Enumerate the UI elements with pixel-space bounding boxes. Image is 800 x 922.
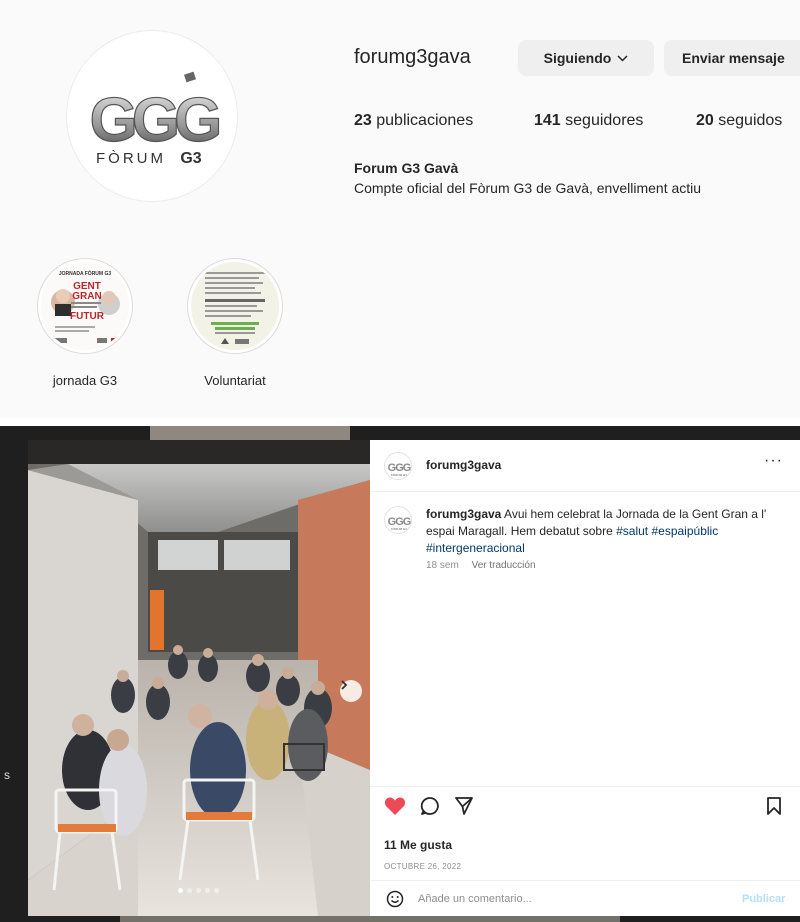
bookmark-icon[interactable]: [766, 796, 782, 816]
highlight-cover: JORNADA FÒRUM G3 GENT GRAN FUTUR: [41, 262, 129, 350]
highlight-cover: [191, 262, 279, 350]
more-icon[interactable]: ···: [764, 452, 783, 470]
like-count[interactable]: 11 Me gusta: [384, 838, 452, 852]
forum-g3-logo-small: GGG FÒRUM G3: [388, 516, 411, 531]
send-message-button[interactable]: Enviar mensaje: [664, 40, 800, 76]
profile-avatar[interactable]: GGG FÒRUM G3: [66, 30, 238, 202]
post-author-avatar[interactable]: GGG FÒRUM G3: [384, 452, 412, 480]
cover-title: JORNADA FÒRUM G3: [59, 269, 112, 277]
hashtag-link[interactable]: #espaipúblic: [651, 524, 718, 538]
logo-wordmark-left: FÒRUM: [96, 150, 166, 167]
carousel-dot: [178, 888, 183, 893]
emoji-icon[interactable]: [386, 890, 404, 908]
comment-input[interactable]: [418, 889, 718, 909]
cover-headline-2: GRAN: [72, 291, 101, 302]
send-message-label: Enviar mensaje: [682, 50, 785, 66]
post-actions: [370, 786, 800, 818]
comment-bar: Publicar: [370, 880, 800, 916]
chevron-right-icon: [341, 680, 348, 690]
followers-count: 141: [534, 112, 561, 129]
carousel-dot: [196, 888, 201, 893]
cover-headline-3: FUTUR: [70, 311, 105, 322]
caption-time: 18 sem: [426, 560, 459, 571]
post-caption: forumg3gava Avui hem celebrat la Jornada…: [426, 506, 786, 557]
caption-username[interactable]: forumg3gava: [426, 507, 501, 521]
forum-g3-logo: GGG FÒRUM G3: [89, 71, 226, 167]
event-photo-image: [28, 440, 370, 916]
next-slide-button[interactable]: [340, 680, 362, 702]
post-details-panel: GGG FÒRUM G3 forumg3gava ··· GGG FÒRUM G…: [370, 440, 800, 916]
highlight-ring: JORNADA FÒRUM G3 GENT GRAN FUTUR: [37, 258, 133, 354]
highlight-label: jornada G3: [52, 373, 118, 388]
logo-wordmark-right: G3: [180, 150, 201, 167]
highlight-ring: [187, 258, 283, 354]
highlight-jornada-g3[interactable]: JORNADA FÒRUM G3 GENT GRAN FUTUR jornada…: [37, 258, 133, 388]
chevron-down-icon: [617, 54, 628, 62]
post-date: OCTUBRE 26, 2022: [384, 862, 462, 871]
highlight-label: Voluntariat: [204, 373, 266, 388]
translate-link[interactable]: Ver traducción: [472, 560, 536, 571]
carousel-dot: [214, 888, 219, 893]
post-photo[interactable]: [28, 440, 370, 916]
background-text-fragment: s: [4, 768, 10, 782]
post-author-username[interactable]: forumg3gava: [426, 458, 501, 472]
profile-header: GGG FÒRUM G3 forumg3gava Siguiendo Envia…: [0, 0, 800, 418]
caption-meta: 18 sem Ver traducción: [426, 560, 536, 571]
jornada-cover-image: JORNADA FÒRUM G3 GENT GRAN FUTUR: [41, 262, 129, 350]
hashtag-link[interactable]: #salut: [616, 524, 648, 538]
svg-text:FÒRUM G3: FÒRUM G3: [391, 526, 407, 531]
posts-stat: 23 publicaciones: [354, 112, 473, 130]
profile-display-name: Forum G3 Gavà: [354, 160, 459, 176]
publish-button[interactable]: Publicar: [742, 893, 785, 905]
carousel-dot: [187, 888, 192, 893]
profile-bio: Compte oficial del Fòrum G3 de Gavà, env…: [354, 180, 702, 196]
followers-label: seguidores: [565, 112, 644, 129]
following-button[interactable]: Siguiendo: [518, 40, 654, 76]
background-grid-peek: [150, 426, 350, 440]
forum-g3-logo-small: GGG FÒRUM G3: [388, 462, 411, 477]
logo-letters: GGG: [90, 86, 219, 155]
comment-icon[interactable]: [420, 796, 440, 816]
voluntariat-cover-image: [191, 262, 279, 350]
profile-username: forumg3gava: [354, 46, 471, 68]
carousel-dots: [178, 888, 219, 893]
svg-text:FÒRUM G3: FÒRUM G3: [391, 472, 407, 477]
share-icon[interactable]: [454, 796, 474, 816]
following-count: 20: [696, 112, 714, 129]
posts-count: 23: [354, 112, 372, 129]
carousel-dot: [205, 888, 210, 893]
followers-stat[interactable]: 141 seguidores: [534, 112, 643, 130]
post-modal-overlay[interactable]: s GGG FÒRUM G3 forumg3gava ··· GGG FÒRUM…: [0, 426, 800, 922]
hashtag-link[interactable]: #intergeneracional: [426, 541, 525, 555]
following-button-label: Siguiendo: [543, 50, 612, 66]
heart-icon[interactable]: [384, 796, 406, 816]
following-label: seguidos: [718, 112, 783, 129]
posts-label: publicaciones: [376, 112, 474, 129]
post-header: GGG FÒRUM G3 forumg3gava ···: [370, 440, 800, 492]
caption-author-avatar[interactable]: GGG FÒRUM G3: [384, 506, 412, 534]
following-stat[interactable]: 20 seguidos: [696, 112, 782, 130]
highlight-voluntariat[interactable]: Voluntariat: [187, 258, 283, 388]
